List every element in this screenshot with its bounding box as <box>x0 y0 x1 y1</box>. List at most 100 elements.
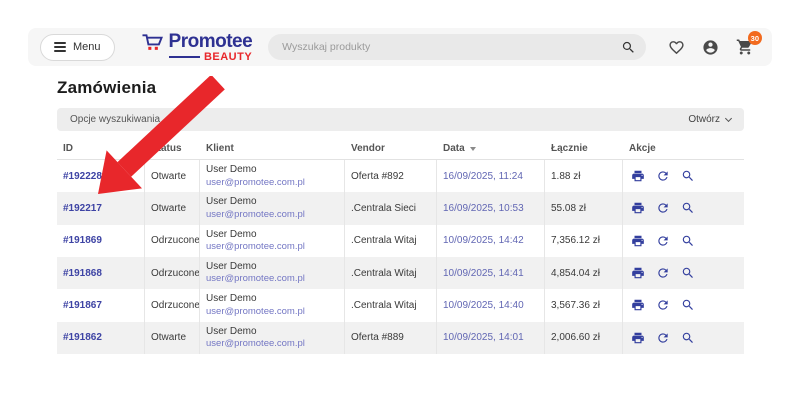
order-id-link[interactable]: #192217 <box>63 203 102 214</box>
view-order-button[interactable] <box>681 234 695 248</box>
menu-button-label: Menu <box>73 41 101 53</box>
order-status: Odrzucone <box>145 224 200 257</box>
client-name: User Demo <box>206 164 257 175</box>
chevron-down-icon <box>724 114 733 123</box>
order-date-link[interactable]: 10/09/2025, 14:41 <box>443 268 524 279</box>
heart-icon[interactable] <box>668 39 685 56</box>
order-id-link[interactable]: #191862 <box>63 332 102 343</box>
app-window: Menu Promotee BEAUTY Wyszukaj produkty 3… <box>0 0 800 400</box>
hamburger-icon <box>54 42 66 52</box>
table-row: #192228 Otwarte User Demo user@promotee.… <box>57 160 744 193</box>
order-total: 55.08 zł <box>545 192 623 225</box>
view-order-button[interactable] <box>681 266 695 280</box>
cart-badge: 30 <box>747 31 762 45</box>
view-order-button[interactable] <box>681 331 695 345</box>
order-status: Otwarte <box>145 192 200 225</box>
cart-icon[interactable]: 30 <box>736 31 762 56</box>
table-row: #192217 Otwarte User Demo user@promotee.… <box>57 192 744 225</box>
client-name: User Demo <box>206 260 257 272</box>
search-options-label: Opcje wyszukiwania <box>70 114 161 125</box>
order-id-link[interactable]: #192228 <box>63 171 102 182</box>
order-vendor: Oferta #889 <box>345 321 437 354</box>
logo-cart-icon <box>141 32 164 58</box>
column-header-klient[interactable]: Klient <box>200 143 345 154</box>
table-row: #191867 Odrzucone User Demo user@promote… <box>57 289 744 322</box>
order-status: Otwarte <box>145 321 200 354</box>
table-row: #191869 Odrzucone User Demo user@promote… <box>57 224 744 257</box>
client-name: User Demo <box>206 325 257 337</box>
print-order-button[interactable] <box>631 169 645 183</box>
view-order-button[interactable] <box>681 201 695 215</box>
orders-table-body: #192228 Otwarte User Demo user@promotee.… <box>57 160 744 354</box>
sort-desc-icon <box>469 146 476 151</box>
orders-table: ID Status Klient Vendor Data Łącznie Akc… <box>57 138 744 354</box>
main-content: Zamówienia Opcje wyszukiwania Otwórz ID … <box>57 78 744 354</box>
column-header-vendor[interactable]: Vendor <box>345 143 437 154</box>
refresh-order-button[interactable] <box>656 201 670 215</box>
print-order-button[interactable] <box>631 266 645 280</box>
order-vendor: .Centrala Witaj <box>345 224 437 257</box>
client-name: User Demo <box>206 293 257 305</box>
view-order-button[interactable] <box>681 169 695 183</box>
order-vendor: .Centrala Witaj <box>345 289 437 322</box>
client-name: User Demo <box>206 196 257 208</box>
search-icon[interactable] <box>621 40 636 55</box>
print-order-button[interactable] <box>631 201 645 215</box>
search-input[interactable] <box>282 41 621 53</box>
client-email-link[interactable]: user@promotee.com.pl <box>206 209 305 222</box>
order-total: 4,854.04 zł <box>545 256 623 290</box>
order-total: 7,356.12 zł <box>545 224 623 257</box>
client-email-link[interactable]: user@promotee.com.pl <box>206 306 305 319</box>
order-status: Otwarte <box>145 160 200 193</box>
refresh-order-button[interactable] <box>656 266 670 280</box>
order-date-link[interactable]: 16/09/2025, 11:24 <box>443 171 523 182</box>
client-email-link[interactable]: user@promotee.com.pl <box>206 241 305 254</box>
logo[interactable]: Promotee BEAUTY <box>141 32 253 63</box>
column-header-status[interactable]: Status <box>145 143 200 154</box>
page-title: Zamówienia <box>57 78 157 97</box>
order-date-link[interactable]: 10/09/2025, 14:42 <box>443 235 524 246</box>
client-name: User Demo <box>206 228 257 240</box>
order-id-link[interactable]: #191868 <box>63 268 102 279</box>
refresh-order-button[interactable] <box>656 331 670 345</box>
order-date-link[interactable]: 10/09/2025, 14:01 <box>443 332 524 343</box>
order-status: Odrzucone <box>145 289 200 322</box>
view-order-button[interactable] <box>681 298 695 312</box>
account-icon[interactable] <box>702 39 719 56</box>
refresh-order-button[interactable] <box>656 169 670 183</box>
print-order-button[interactable] <box>631 234 645 248</box>
client-email-link[interactable]: user@promotee.com.pl <box>206 273 305 286</box>
table-row: #191862 Otwarte User Demo user@promotee.… <box>57 321 744 354</box>
orders-table-header: ID Status Klient Vendor Data Łącznie Akc… <box>57 138 744 160</box>
topbar: Menu Promotee BEAUTY Wyszukaj produkty 3… <box>28 28 772 66</box>
client-email-link[interactable]: user@promotee.com.pl <box>206 177 305 190</box>
menu-button[interactable]: Menu <box>40 33 115 61</box>
order-vendor: .Centrala Witaj <box>345 256 437 290</box>
order-date-link[interactable]: 16/09/2025, 10:53 <box>443 203 524 214</box>
logo-name: Promotee <box>168 30 253 52</box>
table-row: #191868 Odrzucone User Demo user@promote… <box>57 256 744 290</box>
column-header-lacznie[interactable]: Łącznie <box>545 143 623 154</box>
order-total: 1.88 zł <box>545 160 623 193</box>
order-total: 3,567.36 zł <box>545 289 623 322</box>
client-email-link[interactable]: user@promotee.com.pl <box>206 338 305 351</box>
order-vendor: .Centrala Sieci <box>345 192 437 225</box>
column-header-data[interactable]: Data <box>437 143 545 154</box>
print-order-button[interactable] <box>631 298 645 312</box>
search-options-bar[interactable]: Opcje wyszukiwania Otwórz <box>57 108 744 131</box>
order-id-link[interactable]: #191869 <box>63 235 102 246</box>
logo-subtitle: BEAUTY <box>203 50 253 63</box>
order-vendor: Oferta #892 <box>345 160 437 193</box>
refresh-order-button[interactable] <box>656 298 670 312</box>
order-date-link[interactable]: 10/09/2025, 14:40 <box>443 300 524 311</box>
column-header-id[interactable]: ID <box>57 143 145 154</box>
column-header-akcje: Akcje <box>629 143 656 154</box>
refresh-order-button[interactable] <box>656 234 670 248</box>
search-bar <box>268 34 646 60</box>
print-order-button[interactable] <box>631 331 645 345</box>
order-status: Odrzucone <box>145 256 200 290</box>
search-options-toggle[interactable]: Otwórz <box>688 114 733 125</box>
order-id-link[interactable]: #191867 <box>63 300 102 311</box>
logo-underline <box>168 56 200 58</box>
order-total: 2,006.60 zł <box>545 321 623 354</box>
